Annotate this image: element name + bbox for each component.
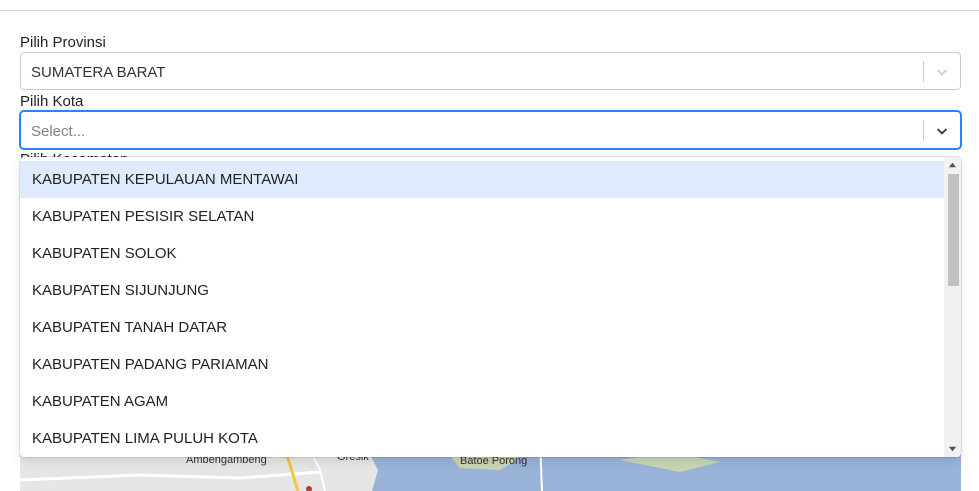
dropdown-option[interactable]: KABUPATEN PESISIR SELATAN [20, 198, 944, 235]
dropdown-option-list: KABUPATEN KEPULAUAN MENTAWAI KABUPATEN P… [20, 161, 944, 457]
indicator-separator [923, 61, 924, 82]
city-select-placeholder: Select... [31, 123, 86, 140]
dropdown-option[interactable]: KABUPATEN SIJUNJUNG [20, 272, 944, 309]
triangle-up-icon[interactable] [948, 161, 957, 170]
dropdown-scrollbar[interactable] [944, 157, 961, 457]
province-select-value: SUMATERA BARAT [31, 64, 166, 81]
city-label: Pilih Kota [20, 93, 84, 110]
triangle-down-icon[interactable] [948, 444, 957, 453]
dropdown-option[interactable]: KABUPATEN AGAM [20, 383, 944, 420]
dropdown-option[interactable]: KABUPATEN LIMA PULUH KOTA [20, 420, 944, 457]
indicator-separator [923, 120, 924, 141]
city-dropdown-menu[interactable]: KABUPATEN KEPULAUAN MENTAWAI KABUPATEN P… [20, 157, 961, 457]
chevron-down-icon[interactable] [934, 64, 950, 80]
dropdown-option[interactable]: KABUPATEN TANAH DATAR [20, 309, 944, 346]
dropdown-option[interactable]: KABUPATEN KEPULAUAN MENTAWAI [20, 161, 944, 198]
header-divider [0, 10, 979, 11]
province-select[interactable]: SUMATERA BARAT [20, 52, 961, 90]
dropdown-option[interactable]: KABUPATEN PADANG PARIAMAN [20, 346, 944, 383]
dropdown-option[interactable]: KABUPATEN SOLOK [20, 235, 944, 272]
scrollbar-thumb[interactable] [948, 174, 959, 286]
province-label: Pilih Provinsi [20, 34, 106, 51]
city-select[interactable]: Select... [20, 111, 961, 149]
chevron-down-icon[interactable] [934, 123, 950, 139]
